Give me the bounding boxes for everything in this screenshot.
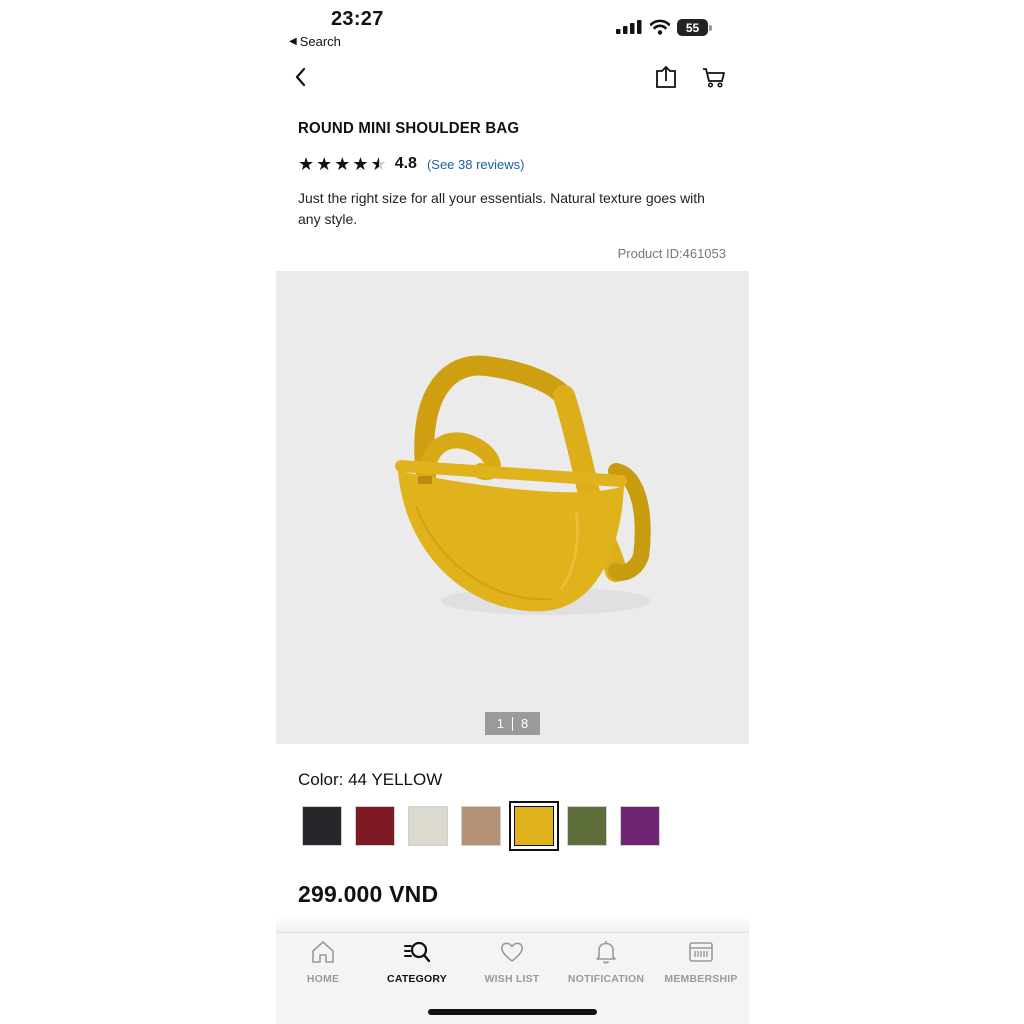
- share-icon[interactable]: [654, 64, 678, 90]
- product-photo-shoulder-bag: [395, 355, 651, 615]
- home-indicator: [428, 1009, 597, 1015]
- tab-category-label: CATEGORY: [387, 973, 447, 985]
- color-swatch-yellow[interactable]: [509, 801, 559, 851]
- back-arrow-icon[interactable]: [292, 64, 310, 90]
- rating-value: 4.8: [394, 155, 417, 172]
- app-screen: 23:27 ◀ Search 55 ROUND MINI SHOULDER BA…: [276, 0, 749, 1024]
- battery-icon: 55: [677, 19, 713, 36]
- tab-notification-label: NOTIFICATION: [567, 973, 645, 985]
- cart-icon[interactable]: [701, 64, 727, 90]
- color-swatch-beige[interactable]: [461, 806, 501, 846]
- tab-membership[interactable]: MEMBERSHIP: [654, 939, 748, 985]
- home-icon: [312, 941, 334, 963]
- tab-home-label: HOME: [306, 973, 340, 985]
- product-title: ROUND MINI SHOULDER BAG: [298, 119, 520, 138]
- tab-wish-list-label: WISH LIST: [484, 973, 540, 985]
- product-image-carousel[interactable]: 1 8: [276, 271, 749, 744]
- star-icon: ★: [352, 154, 369, 174]
- color-swatch-purple[interactable]: [620, 806, 660, 846]
- membership-card-icon: [689, 942, 713, 962]
- image-counter-total: 8: [521, 716, 529, 731]
- back-to-search-label: Search: [299, 34, 341, 49]
- tab-wish-list[interactable]: WISH LIST: [465, 939, 559, 985]
- wifi-icon: [650, 19, 670, 35]
- color-swatch-wine[interactable]: [355, 806, 395, 846]
- image-counter: 1 8: [485, 712, 540, 735]
- image-counter-current: 1: [496, 716, 504, 731]
- star-icon: ★: [334, 154, 351, 174]
- star-icon: ★: [316, 154, 333, 174]
- color-label: Color: 44 YELLOW: [298, 770, 443, 789]
- bell-icon: [596, 941, 616, 964]
- rating-stars: ★ ★ ★ ★ ★: [298, 154, 387, 174]
- color-swatch-black[interactable]: [302, 806, 342, 846]
- color-swatch-olive[interactable]: [567, 806, 607, 846]
- color-swatches: [302, 801, 660, 851]
- see-reviews-link[interactable]: (See 38 reviews): [427, 157, 525, 172]
- category-search-icon: [404, 941, 430, 963]
- product-price: 299.000 VND: [298, 881, 439, 907]
- cellular-signal-icon: [616, 20, 642, 34]
- back-to-search-link[interactable]: ◀ Search: [289, 34, 341, 49]
- tab-category[interactable]: CATEGORY: [370, 939, 464, 985]
- product-id: Product ID:461053: [617, 246, 726, 261]
- tab-membership-label: MEMBERSHIP: [664, 973, 738, 985]
- half-star-icon: ★: [371, 154, 387, 174]
- battery-level: 55: [677, 19, 708, 36]
- tab-home[interactable]: HOME: [276, 939, 370, 985]
- back-triangle-icon: ◀: [289, 36, 297, 47]
- product-description: Just the right size for all your essenti…: [298, 190, 705, 227]
- color-swatch-off-white[interactable]: [408, 806, 448, 846]
- rating-row: ★ ★ ★ ★ ★ 4.8 (See 38 reviews): [298, 154, 525, 174]
- status-time: 23:27: [331, 8, 384, 30]
- heart-icon: [500, 942, 524, 962]
- star-icon: ★: [298, 154, 315, 174]
- tab-notification[interactable]: NOTIFICATION: [559, 939, 653, 985]
